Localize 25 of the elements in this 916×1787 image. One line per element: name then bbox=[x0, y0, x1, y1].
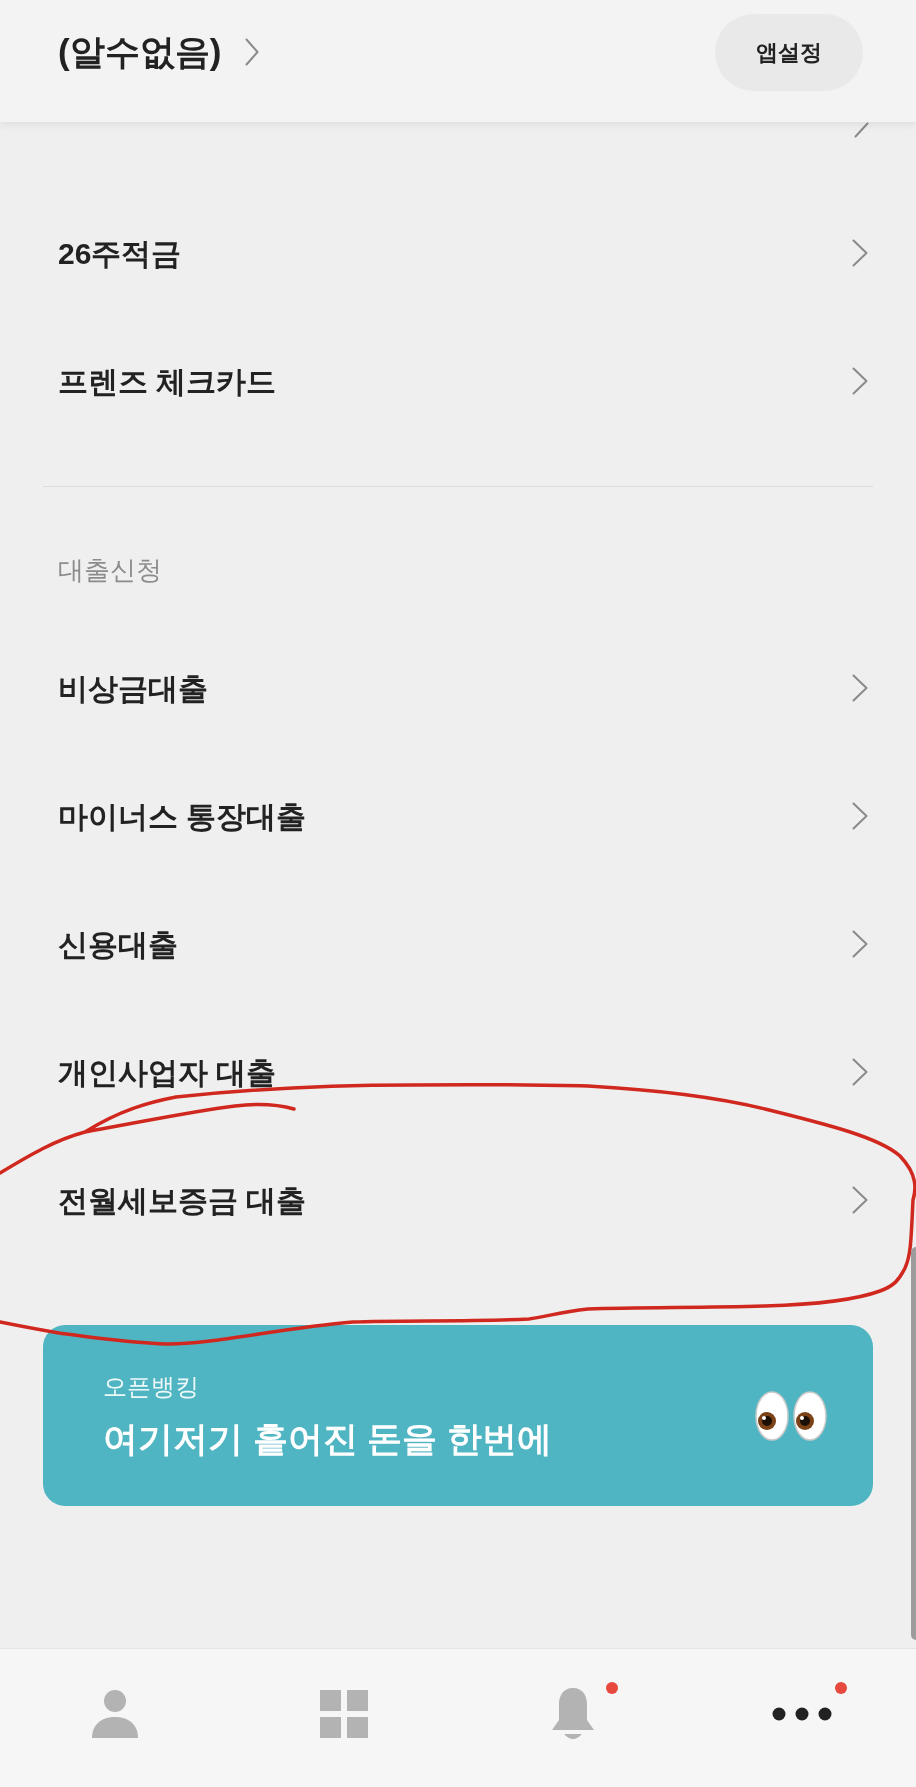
chevron-right-icon bbox=[852, 239, 868, 267]
chevron-right-icon bbox=[245, 38, 260, 66]
banner-label: 오픈뱅킹 bbox=[103, 1372, 200, 1402]
menu-item[interactable]: 비상금대출 bbox=[0, 624, 916, 752]
eyes-icon bbox=[754, 1389, 828, 1442]
section-title: 대출신청 bbox=[57, 554, 163, 587]
chevron-right-icon bbox=[852, 367, 868, 395]
chevron-right-icon bbox=[852, 1058, 868, 1086]
chevron-right-icon bbox=[852, 802, 868, 830]
chevron-right-icon bbox=[852, 930, 868, 958]
app-settings-button[interactable]: 앱설정 bbox=[715, 13, 863, 91]
bell-icon bbox=[549, 1687, 596, 1740]
chevron-right-icon bbox=[852, 674, 868, 702]
more-icon bbox=[771, 1707, 832, 1721]
menu-item[interactable]: 마이너스 통장대출 bbox=[0, 752, 916, 880]
person-icon bbox=[91, 1690, 138, 1738]
menu-item[interactable]: 26주적금 bbox=[0, 189, 916, 317]
account-name-link[interactable]: (알수없음) bbox=[58, 25, 260, 79]
grid-icon bbox=[319, 1690, 368, 1738]
banner-headline: 여기저기 흩어진 돈을 한번에 bbox=[103, 1419, 553, 1459]
menu-item[interactable]: 신용대출 bbox=[0, 880, 916, 1008]
menu-item[interactable]: 개인사업자 대출 bbox=[0, 1008, 916, 1136]
chevron-right-icon bbox=[852, 1186, 868, 1214]
menu-item[interactable]: 프렌즈 체크카드 bbox=[0, 317, 916, 445]
menu-item[interactable]: 전월세보증금 대출 bbox=[0, 1136, 916, 1264]
